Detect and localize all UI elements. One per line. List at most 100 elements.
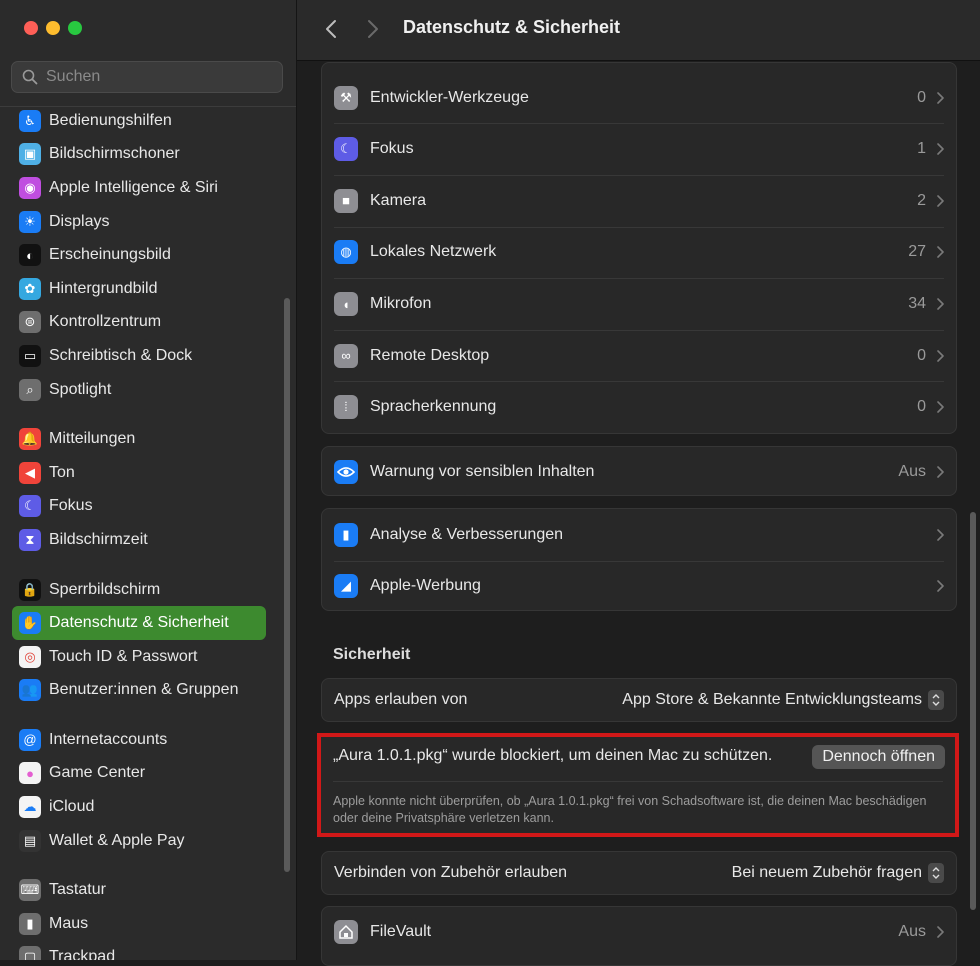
sidebar-item-ton[interactable]: ◀ Ton: [12, 456, 266, 490]
accessibility-icon: ♿: [19, 109, 41, 132]
hand-icon: ✋: [19, 612, 41, 635]
chevron-left-icon: [326, 20, 336, 38]
waveform-icon: ⦙: [334, 395, 358, 420]
sidebar-item-schreibtisch-dock[interactable]: ▭ Schreibtisch & Dock: [12, 339, 266, 373]
sidebar-item-icloud[interactable]: ☁ iCloud: [12, 790, 266, 824]
megaphone-icon: ◢: [334, 574, 358, 599]
row-label: Apple-Werbung: [370, 577, 481, 595]
row-spracherkennung[interactable]: ⦙ Spracherkennung 0: [322, 381, 956, 433]
sidebar-item-label: Bildschirmzeit: [49, 530, 148, 548]
apps-allow-value: App Store & Bekannte Entwicklungsteams: [622, 691, 922, 708]
sidebar-item-wallet-apple-pay[interactable]: ▤ Wallet & Apple Pay: [12, 824, 266, 858]
sidebar-item-mitteilungen[interactable]: 🔔 Mitteilungen: [12, 422, 266, 456]
fingerprint-icon: ◎: [19, 645, 41, 668]
search-input[interactable]: [44, 67, 268, 87]
row-analyse-verbesserungen[interactable]: ▮ Analyse & Verbesserungen: [322, 509, 956, 561]
row-lokales-netzwerk[interactable]: ◍ Lokales Netzwerk 27: [322, 226, 956, 279]
page-title: Datenschutz & Sicherheit: [403, 17, 621, 37]
toolbar: Datenschutz & Sicherheit: [297, 0, 980, 61]
open-anyway-button[interactable]: Dennoch öffnen: [812, 745, 945, 769]
cloud-icon: ☁: [19, 796, 41, 819]
back-button[interactable]: [319, 14, 343, 44]
sidebar-item-maus[interactable]: ▮ Maus: [12, 907, 266, 941]
screensaver-icon: ▣: [19, 143, 41, 166]
close-window-button[interactable]: [24, 21, 38, 35]
sidebar-item-label: Touch ID & Passwort: [49, 647, 198, 665]
updown-chevron-icon: [928, 863, 944, 883]
chevron-right-icon: [937, 580, 944, 593]
sidebar-item-bildschirmschoner[interactable]: ▣ Bildschirmschoner: [12, 138, 266, 172]
siri-icon: ◉: [19, 176, 41, 199]
search-field[interactable]: [11, 61, 283, 93]
hammer-icon: ⚒: [334, 85, 358, 110]
speaker-icon: ◀: [19, 461, 41, 484]
sidebar-item-tastatur[interactable]: ⌨ Tastatur: [12, 873, 266, 907]
sidebar-item-label: Fokus: [49, 497, 93, 515]
accessory-row: Verbinden von Zubehör erlauben Bei neuem…: [322, 852, 956, 894]
filevault-row[interactable]: FileVault Aus: [322, 907, 956, 957]
blocked-note: Apple konnte nicht überprüfen, ob „Aura …: [333, 794, 927, 825]
sidebar-item-label: Apple Intelligence & Siri: [49, 178, 218, 196]
sidebar-item-hintergrundbild[interactable]: ✿ Hintergrundbild: [12, 272, 266, 306]
users-icon: 👥: [19, 679, 41, 702]
sidebar-item-label: iCloud: [49, 798, 95, 816]
chevron-right-icon: [937, 143, 944, 156]
sidebar-item-apple-intelligence-siri[interactable]: ◉ Apple Intelligence & Siri: [12, 171, 266, 205]
accessory-popup[interactable]: Bei neuem Zubehör fragen: [732, 863, 944, 883]
magnifier-icon: ⌕: [19, 378, 41, 401]
house-lock-icon: [334, 920, 358, 944]
apps-allow-row: Apps erlauben von App Store & Bekannte E…: [322, 679, 956, 721]
appearance-icon: ◐: [19, 244, 41, 267]
row-value: 0: [917, 346, 926, 364]
blocked-app-panel: „Aura 1.0.1.pkg“ wurde blockiert, um dei…: [317, 733, 959, 837]
sidebar-item-label: Erscheinungsbild: [49, 246, 171, 264]
row-fokus[interactable]: ☾ Fokus 1: [322, 123, 956, 175]
analytics-group: ▮ Analyse & Verbesserungen ◢ Apple-Werbung: [321, 508, 957, 611]
sidebar-item-kontrollzentrum[interactable]: ⊜ Kontrollzentrum: [12, 306, 266, 340]
sidebar-item-label: Datenschutz & Sicherheit: [49, 614, 229, 632]
sidebar-item-datenschutz-sicherheit[interactable]: ✋ Datenschutz & Sicherheit: [12, 606, 266, 640]
apps-allow-group: Apps erlauben von App Store & Bekannte E…: [321, 678, 957, 722]
sidebar-item-sperrbildschirm[interactable]: 🔒 Sperrbildschirm: [12, 573, 266, 607]
chevron-right-icon: [937, 246, 944, 259]
sidebar-item-benutzer-innen-gruppen[interactable]: 👥 Benutzer:innen & Gruppen: [12, 674, 266, 708]
sidebar-item-label: Bildschirmschoner: [49, 145, 180, 163]
sensitive-content-row[interactable]: Warnung vor sensiblen Inhalten Aus: [322, 447, 956, 497]
binoculars-icon: ∞: [334, 343, 358, 368]
sidebar-item-game-center[interactable]: ● Game Center: [12, 757, 266, 791]
sensitive-content-group: Warnung vor sensiblen Inhalten Aus: [321, 446, 957, 496]
sidebar-item-touch-id-passwort[interactable]: ◎ Touch ID & Passwort: [12, 640, 266, 674]
main-scrollbar[interactable]: [970, 512, 976, 910]
row-kamera[interactable]: ■ Kamera 2: [322, 175, 956, 227]
sidebar-item-label: Hintergrundbild: [49, 279, 158, 297]
chart-icon: ▮: [334, 522, 358, 547]
row-mikrofon[interactable]: ◖ Mikrofon 34: [322, 278, 956, 330]
sidebar-item-erscheinungsbild[interactable]: ◐ Erscheinungsbild: [12, 238, 266, 272]
sidebar-item-label: Internetaccounts: [49, 730, 168, 748]
row-entwickler-werkzeuge[interactable]: ⚒ Entwickler-Werkzeuge 0: [322, 72, 956, 124]
zoom-window-button[interactable]: [68, 21, 82, 35]
sidebar-item-label: Mitteilungen: [49, 430, 136, 448]
sidebar-item-internetaccounts[interactable]: @ Internetaccounts: [12, 723, 266, 757]
sidebar-item-spotlight[interactable]: ⌕ Spotlight: [12, 373, 266, 407]
apps-allow-popup[interactable]: App Store & Bekannte Entwicklungsteams: [622, 690, 944, 710]
sidebar-item-bedienungshilfen[interactable]: ♿ Bedienungshilfen: [12, 104, 266, 138]
chevron-right-icon: [937, 926, 944, 938]
sidebar-item-trackpad[interactable]: ▢ Trackpad: [12, 941, 266, 960]
chevron-right-icon: [937, 195, 944, 207]
sidebar-item-fokus[interactable]: ☾ Fokus: [12, 490, 266, 524]
forward-button[interactable]: [361, 14, 385, 44]
row-remote-desktop[interactable]: ∞ Remote Desktop 0: [322, 329, 956, 382]
sidebar-item-bildschirmzeit[interactable]: ⧗ Bildschirmzeit: [12, 523, 266, 557]
accessory-label: Verbinden von Zubehör erlauben: [334, 864, 568, 881]
main-content: Datenschutz & Sicherheit ⚒ Entwickler-Wer…: [297, 0, 980, 966]
row-apple-werbung[interactable]: ◢ Apple-Werbung: [322, 560, 956, 613]
minimize-window-button[interactable]: [46, 21, 60, 35]
sun-icon: ☀: [19, 210, 41, 233]
sidebar-scrollbar[interactable]: [284, 298, 290, 872]
chevron-right-icon: [937, 528, 944, 541]
blocked-divider: [333, 781, 943, 782]
sidebar-item-label: Maus: [49, 914, 89, 932]
sidebar-item-displays[interactable]: ☀ Displays: [12, 205, 266, 239]
flower-icon: ✿: [19, 277, 41, 300]
